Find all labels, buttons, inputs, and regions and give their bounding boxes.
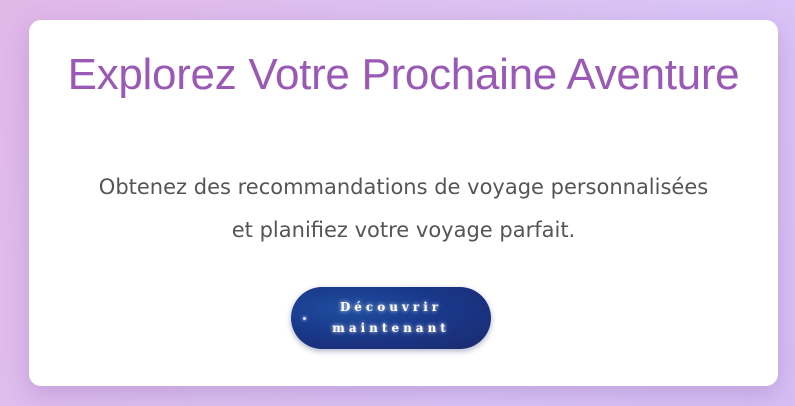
discover-now-button-label: Découvrir maintenant [332, 300, 450, 335]
hero-subtitle: Obtenez des recommandations de voyage pe… [98, 175, 709, 242]
discover-now-button[interactable]: Découvrir maintenant [291, 287, 491, 349]
hero-card: Explorez Votre Prochaine Aventure Obtene… [29, 20, 778, 386]
sparkle-icon [303, 317, 306, 320]
hero-title: Explorez Votre Prochaine Aventure [67, 50, 740, 99]
